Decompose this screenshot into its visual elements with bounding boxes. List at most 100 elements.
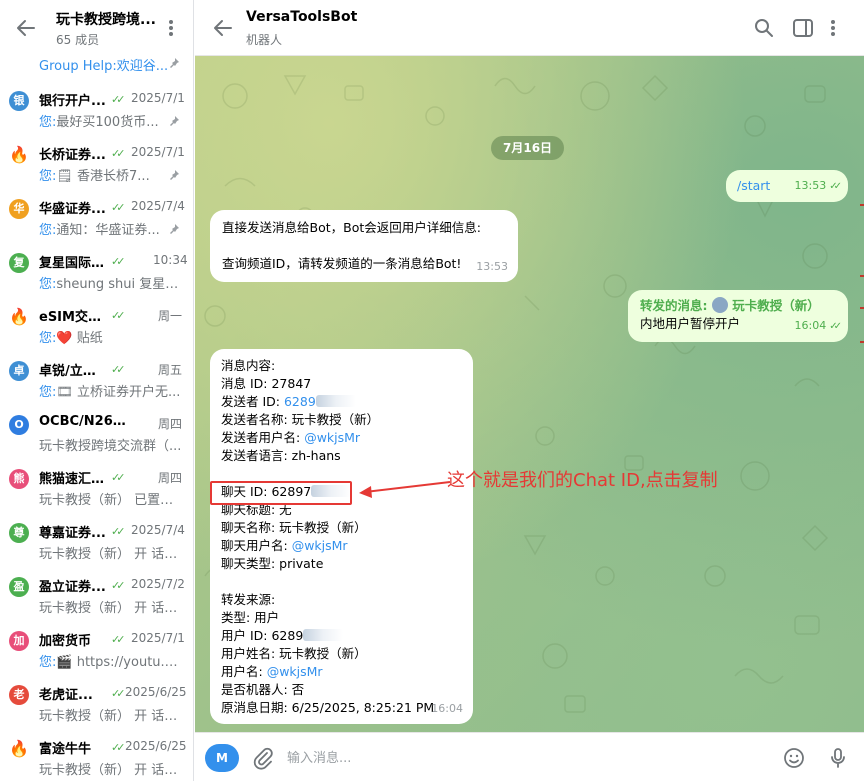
chat-name: OCBC/N26/ifast: [39, 414, 129, 429]
chat-list-item[interactable]: 熊熊猫速汇/wis... ✓✓ 周四玩卡教授（新） 已置顶:...: [0, 462, 193, 516]
chat-preview: 您:🗒 香港长桥7...: [39, 169, 150, 184]
user-avatar-button[interactable]: M: [205, 744, 239, 772]
info-line: 类型: 用户: [221, 610, 280, 625]
search-icon[interactable]: [752, 16, 776, 40]
chat-list-item[interactable]: 复复星国际证券 ✓✓ 10:34 您:sheung shui 复星的...: [0, 246, 193, 300]
chat-list-item[interactable]: 老老虎证... ✓✓ 2025/6/25 玩卡教授（新） 开 话题...: [0, 678, 193, 732]
back-arrow-icon[interactable]: [14, 16, 38, 40]
chat-name: 加密货币: [39, 634, 92, 649]
message-composer: M: [195, 732, 864, 781]
scroll-marker: [860, 341, 864, 343]
pin-icon: [170, 116, 179, 126]
read-ticks-icon: ✓✓: [111, 579, 126, 592]
chat-list-item[interactable]: 加加密货币 ✓✓ 2025/7/1 您:🎬 https://youtu.b...: [0, 624, 193, 678]
chat-list-header: 玩卡教授跨境... 65 成员: [0, 0, 193, 56]
read-ticks-icon: ✓✓: [829, 181, 842, 192]
scroll-marker: [860, 307, 864, 309]
chat-time: 2025/7/1: [131, 145, 185, 159]
redaction-blur: [315, 395, 356, 407]
outgoing-forwarded-message[interactable]: 转发的消息: 玩卡教授（新） 内地用户暂停开户 16:04 ✓✓: [628, 290, 848, 342]
sender-id-value[interactable]: 6289: [284, 394, 316, 409]
chat-list-item[interactable]: O OCBC/N26/ifast 周四玩卡教授跨境交流群（...: [0, 408, 193, 462]
info-line: 发送者用户名: @wkjsMr: [221, 430, 361, 445]
chat-preview: 玩卡教授（新） 开 话题...: [39, 763, 185, 778]
chat-list-item[interactable]: 🔥 长桥证券... ✓✓ 2025/7/1 您:🗒 香港长桥7...: [0, 138, 193, 192]
chat-preview: 玩卡教授跨境交流群（...: [39, 439, 182, 454]
chat-id-highlight: [210, 481, 352, 505]
message-time: 13:53 ✓✓: [794, 179, 842, 192]
chat-name: 复星国际证券: [39, 256, 107, 271]
sender-avatar: [711, 297, 728, 313]
conversation-title[interactable]: VersaToolsBot: [246, 9, 357, 25]
chat-time: 2025/6/25: [125, 685, 187, 699]
incoming-message-intro[interactable]: 直接发送消息给Bot，Bot会返回用户详细信息: 查询频道ID，请转发频道的一条…: [210, 210, 518, 282]
chat-list-item[interactable]: 尊尊嘉证券... ✓✓ 2025/7/4 玩卡教授（新） 开 话题...: [0, 516, 193, 570]
chat-time: 周四: [158, 417, 183, 431]
chat-time: 2025/6/25: [125, 739, 187, 753]
info-line: 消息 ID: 27847: [221, 376, 312, 391]
username-link[interactable]: @wkjsMr: [292, 538, 348, 553]
chat-list-item[interactable]: 盈盈立证券... ✓✓ 2025/7/2 玩卡教授（新） 开 话题...: [0, 570, 193, 624]
chat-preview: 您:❤️ 贴纸: [39, 331, 103, 346]
read-ticks-icon: ✓✓: [111, 147, 126, 160]
back-arrow-icon[interactable]: [211, 16, 235, 40]
chat-list-item[interactable]: 卓卓锐/立桥证... ✓✓ 周五您:🎞 立桥证券开户无...: [0, 354, 193, 408]
chat-name: 银行开户...: [39, 94, 106, 109]
chat-avatar: 尊: [9, 523, 29, 543]
more-menu-icon[interactable]: [166, 16, 176, 40]
message-input[interactable]: [287, 747, 767, 769]
chat-preview: 您:最好买100货币...: [39, 115, 159, 130]
chat-time: 2025/7/2: [131, 577, 185, 591]
redaction-blur: [303, 629, 344, 641]
chat-time: 2025/7/1: [131, 91, 185, 105]
read-ticks-icon: ✓✓: [111, 255, 126, 268]
chat-time: 周一: [158, 309, 183, 323]
read-ticks-icon: ✓✓: [111, 741, 126, 754]
chat-preview: 您:sheung shui 复星的...: [39, 277, 185, 292]
message-time: 16:04: [431, 702, 463, 715]
chat-preview: 玩卡教授（新） 开 话题...: [39, 547, 185, 562]
conversation-subtitle: 机器人: [246, 33, 283, 47]
read-ticks-icon: ✓✓: [111, 633, 126, 646]
forwarded-text: 内地用户暂停开户: [640, 316, 741, 331]
chat-avatar: 华: [9, 199, 29, 219]
info-line: 消息内容:: [221, 358, 276, 373]
attach-icon[interactable]: [251, 746, 275, 770]
emoji-icon[interactable]: [782, 746, 806, 770]
microphone-icon[interactable]: [826, 746, 850, 770]
chat-time: 周五: [158, 363, 183, 377]
annotation-arrow-icon: [359, 481, 451, 498]
chat-list-item[interactable]: 🔥 eSIM交流区 ✓✓ 周一 您:❤️ 贴纸: [0, 300, 193, 354]
pin-icon: [170, 58, 179, 68]
username-link[interactable]: @wkjsMr: [267, 664, 323, 679]
incoming-message-user-info[interactable]: 消息内容: 消息 ID: 27847 发送者 ID: 6289 发送者名称: 玩…: [210, 349, 473, 724]
read-ticks-icon: ✓✓: [829, 321, 842, 332]
chat-avatar: O: [9, 415, 29, 435]
info-line: 用户姓名: 玩卡教授（新）: [221, 646, 367, 661]
chat-list-item[interactable]: Group Help:欢迎谷...: [0, 53, 193, 83]
info-line: 聊天类型: private: [221, 556, 324, 571]
chat-preview: 玩卡教授（新） 开 话题...: [39, 601, 185, 616]
info-line: 聊天用户名: @wkjsMr: [221, 538, 348, 553]
side-panel-icon[interactable]: [791, 16, 815, 40]
scroll-marker: [860, 275, 864, 277]
message-time: 13:53: [476, 260, 508, 273]
chat-list-item[interactable]: 银银行开户... ✓✓ 2025/7/1 您:最好买100货币...: [0, 84, 193, 138]
chat-avatar: 🔥: [9, 739, 29, 758]
chat-preview: Group Help:欢迎谷...: [39, 59, 169, 74]
group-title[interactable]: 玩卡教授跨境...: [56, 9, 160, 29]
command-text[interactable]: /start: [737, 177, 770, 195]
chat-name: 卓锐/立桥证...: [39, 364, 107, 379]
info-line: 发送者 ID: 6289: [221, 393, 434, 411]
outgoing-message-start[interactable]: /start 13:53 ✓✓: [726, 170, 848, 202]
read-ticks-icon: ✓✓: [111, 363, 126, 376]
chat-name: 熊猫速汇/wis...: [39, 472, 107, 487]
annotation-label: 这个就是我们的Chat ID,点击复制: [447, 470, 718, 491]
chat-list-item[interactable]: 华华盛证券... ✓✓ 2025/7/4 您:通知：华盛证券...: [0, 192, 193, 246]
chat-list-item[interactable]: 🔥 富途牛牛 ✓✓ 2025/6/25 玩卡教授（新） 开 话题...: [0, 732, 193, 781]
chat-name: 富途牛牛: [39, 742, 92, 757]
more-menu-icon[interactable]: [828, 16, 838, 40]
info-line: 是否机器人: 否: [221, 682, 305, 697]
username-link[interactable]: @wkjsMr: [304, 430, 360, 445]
info-line: 用户名: @wkjsMr: [221, 664, 323, 679]
